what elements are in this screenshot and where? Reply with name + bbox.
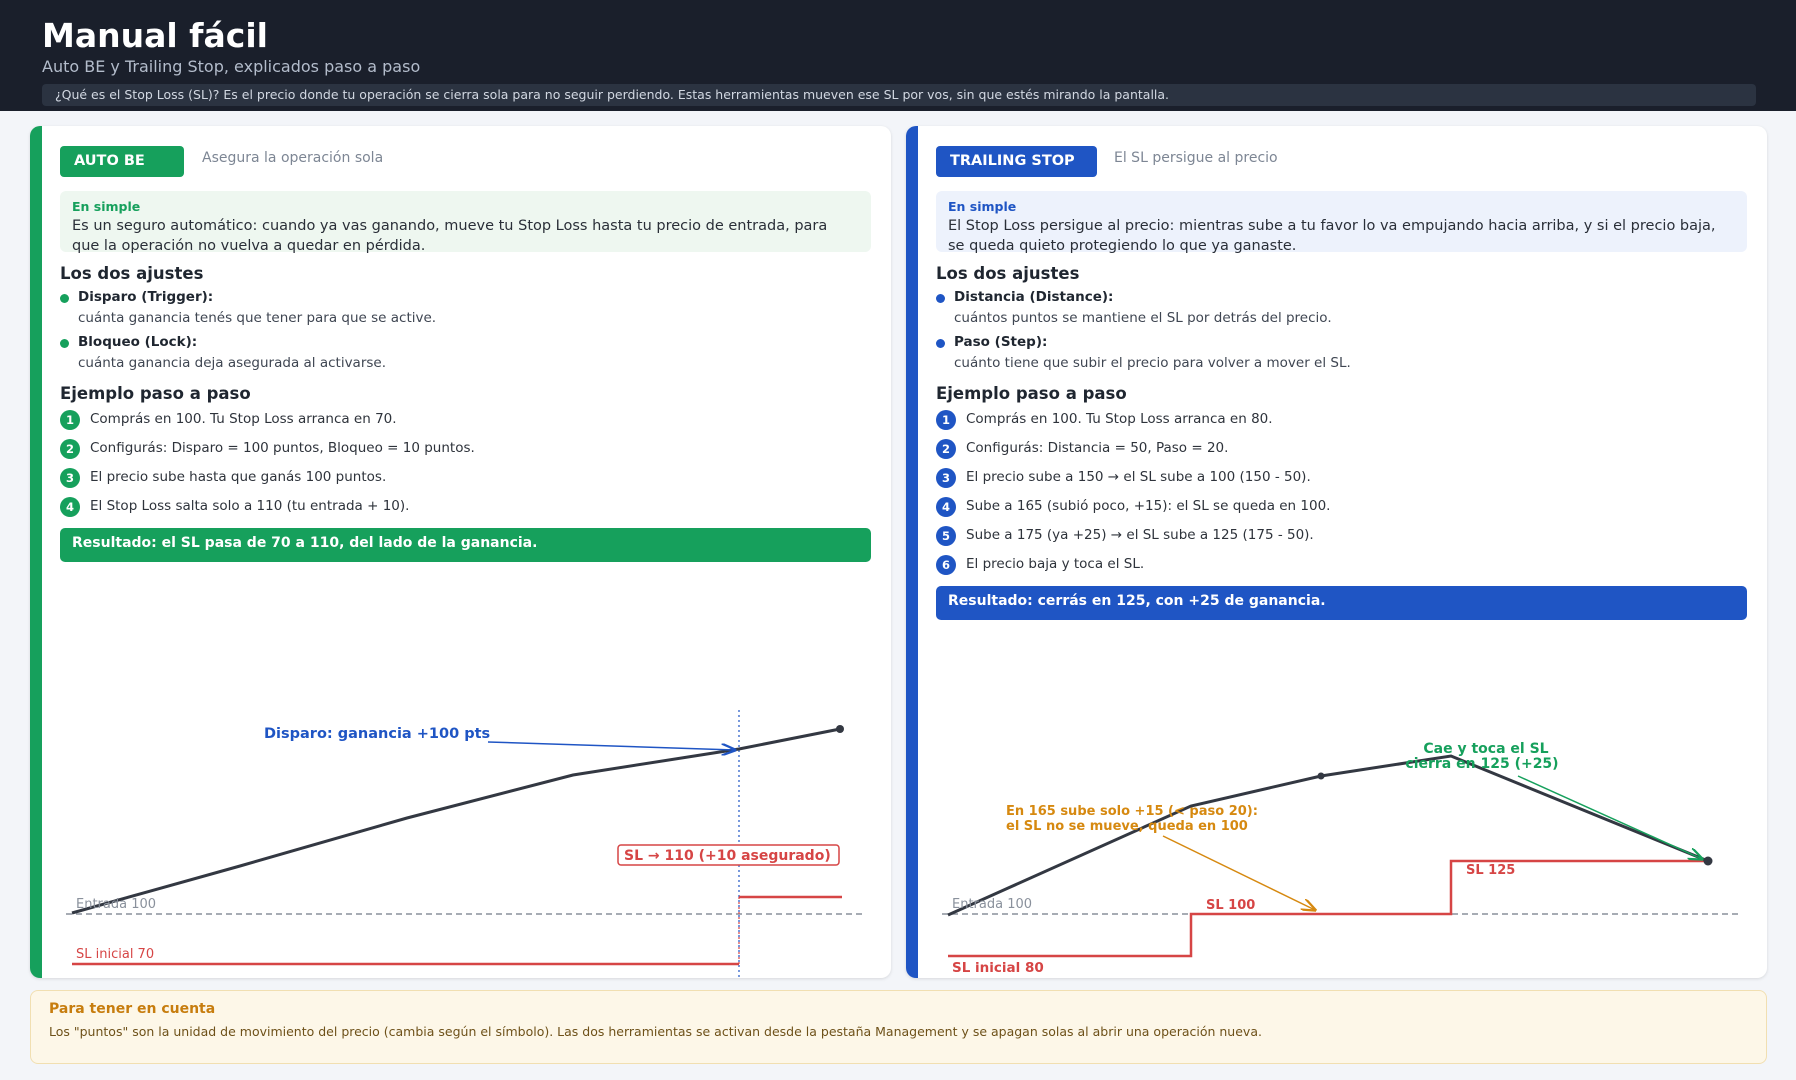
trigger-annotation: Disparo: ganancia +100 pts [264, 726, 490, 742]
auto-be-panel: AUTO BE Asegura la operación sola En sim… [30, 126, 891, 978]
stop-loss-definition-bar: ¿Qué es el Stop Loss (SL)? Es el precio … [42, 84, 1756, 106]
price-end-marker [836, 725, 844, 733]
sl-initial-label: SL inicial 70 [76, 947, 154, 962]
trailing-stop-chart: En 165 sube solo +15 (< paso 20): el SL … [942, 741, 1742, 976]
annot-hit-arrow [1517, 775, 1702, 859]
footer-text: Los "puntos" son la unidad de movimiento… [49, 1024, 1262, 1039]
page-subtitle: Auto BE y Trailing Stop, explicados paso… [42, 57, 421, 76]
footer-title: Para tener en cuenta [49, 1001, 216, 1017]
entry-label: Entrada 100 [952, 897, 1032, 912]
page-header: Manual fácil Auto BE y Trailing Stop, ex… [0, 0, 1796, 111]
footer-note: Para tener en cuenta Los "puntos" son la… [30, 990, 1767, 1064]
annot-hit-line1: Cae y toca el SL [1423, 741, 1548, 757]
sl-100-label: SL 100 [1206, 898, 1255, 913]
annot-165-line1: En 165 sube solo +15 (< paso 20): [1006, 804, 1258, 819]
annot-165-line2: el SL no se mueve, queda en 100 [1006, 819, 1248, 834]
price-line [71, 727, 841, 915]
sl-step-line [948, 859, 1708, 958]
page-title: Manual fácil [42, 16, 268, 55]
trailing-stop-panel: TRAILING STOP El SL persigue al precio E… [906, 126, 1767, 978]
trigger-arrow [487, 741, 735, 750]
price-exit-marker [1703, 856, 1713, 866]
entry-label: Entrada 100 [76, 897, 156, 912]
auto-be-chart: Disparo: ganancia +100 pts SL → 110 (+10… [66, 710, 866, 978]
annot-hit-line2: cierra en 125 (+25) [1405, 756, 1558, 772]
sl-box-label: SL → 110 (+10 asegurado) [624, 848, 831, 864]
price-line [947, 754, 1709, 917]
sl-initial-label: SL inicial 80 [952, 960, 1044, 976]
price-peak-165-marker [1317, 772, 1325, 780]
sl-125-label: SL 125 [1466, 863, 1515, 878]
